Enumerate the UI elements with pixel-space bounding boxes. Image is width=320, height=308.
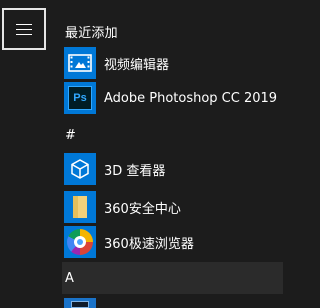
hamburger-menu-button[interactable] <box>2 8 46 50</box>
360-browser-icon <box>64 226 96 258</box>
app-label: 360安全中心 <box>104 201 181 217</box>
app-item-3d-viewer[interactable]: 3D 查看器 <box>64 152 283 186</box>
app-list[interactable]: 最近添加 视频编辑器 Ps Adobe Photoshop CC 2019 # <box>56 0 283 308</box>
app-item-360-security-center[interactable]: 360安全中心 <box>64 190 283 224</box>
360-security-folder-icon <box>64 191 96 223</box>
app-label: 360极速浏览器 <box>104 236 194 252</box>
app-label: 3D 查看器 <box>104 163 166 179</box>
hamburger-menu-icon <box>16 23 32 35</box>
app-item-360-browser[interactable]: 360极速浏览器 <box>64 225 283 259</box>
photoshop-icon: Ps <box>64 82 96 114</box>
video-editor-icon <box>64 47 96 79</box>
start-menu-left-rail <box>0 0 48 308</box>
a-group-letter: A <box>65 271 74 286</box>
app-item-photoshop[interactable]: Ps Adobe Photoshop CC 2019 <box>64 81 283 115</box>
3d-viewer-icon <box>64 153 96 185</box>
app-label: 视频编辑器 <box>104 57 170 73</box>
partially-visible-app-icon[interactable] <box>64 298 96 308</box>
app-label: Adobe Photoshop CC 2019 <box>104 90 278 106</box>
recent-group-header[interactable]: 最近添加 <box>65 22 118 41</box>
a-group-header[interactable]: A <box>62 262 283 294</box>
hash-group-header[interactable]: # <box>65 128 76 143</box>
photoshop-tile-text: Ps <box>73 92 87 104</box>
app-item-video-editor[interactable]: 视频编辑器 <box>64 46 283 80</box>
